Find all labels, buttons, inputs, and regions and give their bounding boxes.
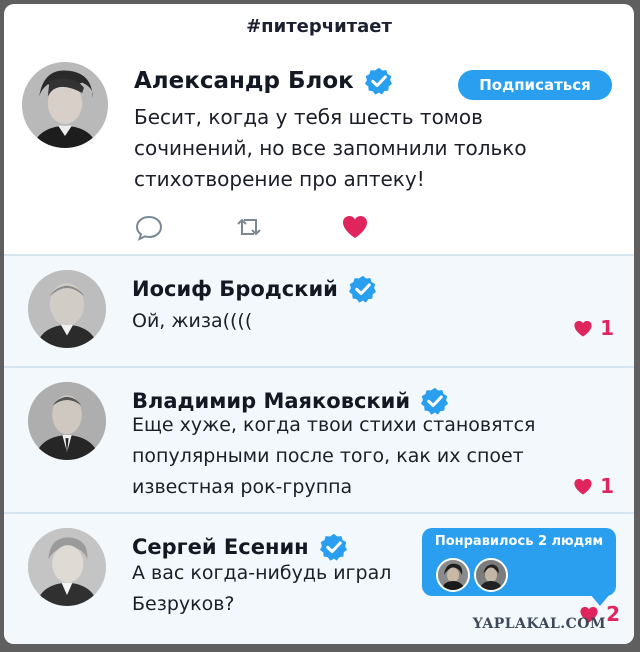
avatar[interactable] xyxy=(28,270,106,348)
watermark: YAPLAKAL.COM xyxy=(472,616,606,632)
retweet-icon[interactable] xyxy=(234,212,264,242)
author-name-label[interactable]: Александр Блок xyxy=(134,68,354,94)
reply-post: Владимир Маяковский Еще хуже, когда твои… xyxy=(4,366,634,512)
heart-icon xyxy=(574,478,592,495)
heart-icon[interactable] xyxy=(340,212,370,242)
avatar-pushkin[interactable] xyxy=(436,558,470,592)
post-text: Бесит, когда у тебя шесть томов сочинени… xyxy=(134,105,527,191)
avatar[interactable] xyxy=(28,382,106,460)
author-name[interactable]: Александр Блок xyxy=(134,66,394,96)
like-counter[interactable]: 1 xyxy=(572,316,614,340)
reply-text: Еще хуже, когда твои стихи становятся по… xyxy=(132,414,536,498)
avatar[interactable] xyxy=(28,528,106,606)
like-count: 1 xyxy=(600,474,614,498)
like-count: 2 xyxy=(606,602,620,626)
heart-icon xyxy=(574,320,592,337)
liked-by-title: Понравилось 2 людям xyxy=(434,534,604,549)
main-post: Александр Блок Подписаться Бесит, когда … xyxy=(4,54,634,254)
author-name-label[interactable]: Иосиф Бродский xyxy=(132,277,338,301)
author-name-label[interactable]: Сергей Есенин xyxy=(132,535,309,559)
reply-post: Иосиф Бродский Ой, жиза(((( 1 xyxy=(4,254,634,366)
author-name[interactable]: Иосиф Бродский xyxy=(132,274,378,304)
post-card: #питерчитает Александр Блок Подписаться … xyxy=(4,4,634,644)
avatar-lermontov[interactable] xyxy=(474,558,508,592)
verified-icon xyxy=(348,274,378,304)
verified-icon xyxy=(364,66,394,96)
post-actions xyxy=(130,212,390,242)
avatar[interactable] xyxy=(22,62,108,148)
like-counter[interactable]: 1 xyxy=(572,474,614,498)
subscribe-button[interactable]: Подписаться xyxy=(458,70,612,100)
comment-icon[interactable] xyxy=(134,212,164,242)
liked-by-tooltip: Понравилось 2 людям xyxy=(422,528,616,596)
hashtag-title: #питерчитает xyxy=(246,16,392,37)
reply-text: Ой, жиза(((( xyxy=(132,310,253,332)
reply-text: А вас когда-нибудь играл Безруков? xyxy=(132,562,392,615)
like-count: 1 xyxy=(600,316,614,340)
